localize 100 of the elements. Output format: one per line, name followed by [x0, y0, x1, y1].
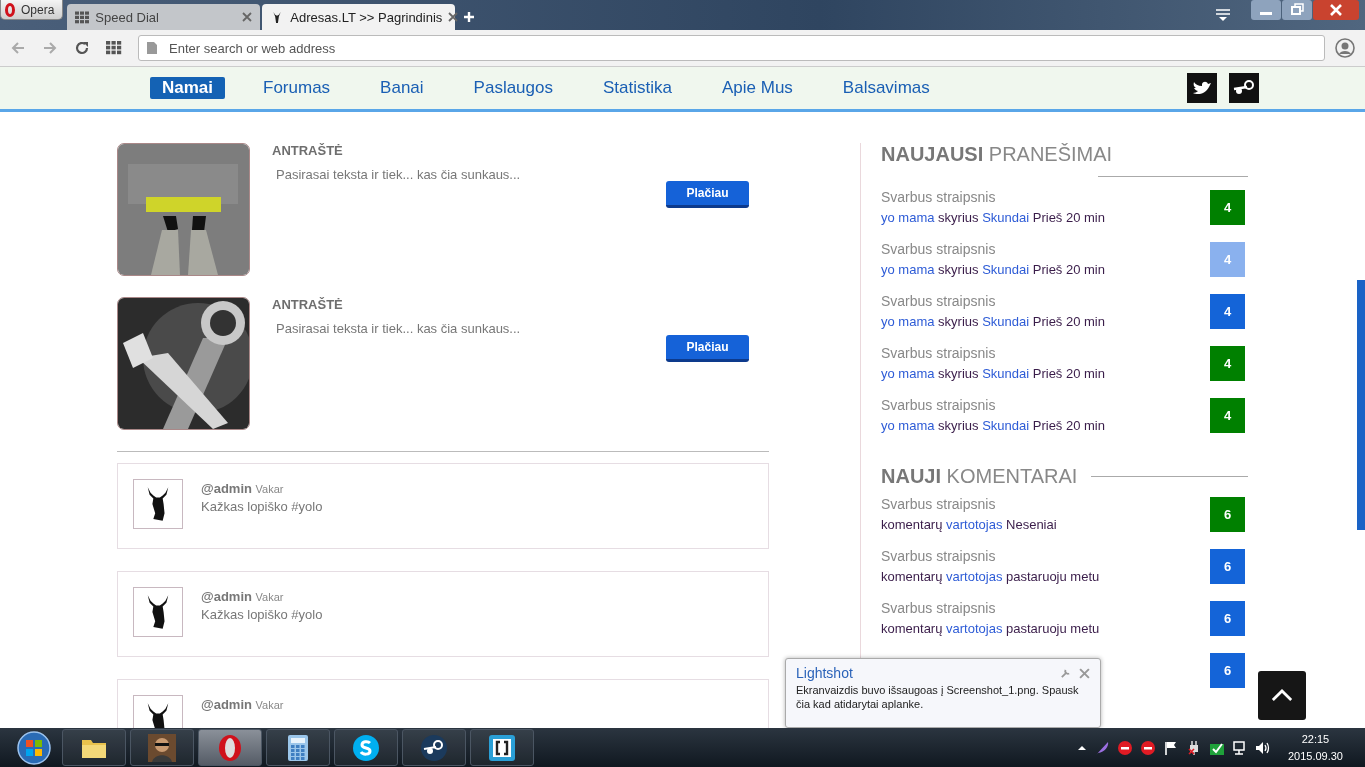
taskbar-button[interactable] [130, 729, 194, 766]
post-meta: yo mama skyrius Skundai Prieš 20 min [881, 210, 1106, 225]
article-link[interactable]: Svarbus straipsnis [881, 496, 1210, 512]
author-link[interactable]: yo mama [881, 314, 935, 329]
comment-meta: komentarų vartotojas pastaruoju metu [881, 621, 1101, 636]
section-heading: NAUJI KOMENTARAI [881, 465, 1078, 488]
flag-icon[interactable] [1162, 739, 1179, 756]
count-badge: 6 [1210, 600, 1245, 636]
browser-tab[interactable]: Adresas.LT >> Pagrindinis [262, 4, 456, 30]
user-link[interactable]: vartotojas [946, 621, 1003, 636]
comment-meta: komentarų vartotojas pastaruoju metu [881, 569, 1101, 584]
menu-icon[interactable] [1215, 8, 1231, 22]
opera-menu-button[interactable]: Opera [0, 0, 64, 20]
notification-popup[interactable]: Lightshot Ekranvaizdis buvo išsaugoas į Screenshot_1.png. Spausk čia kad atidarytai aplanke. [785, 658, 1101, 728]
post-meta: yo mama skyrius Skundai Prieš 20 min [881, 418, 1106, 433]
person-icon [148, 733, 176, 762]
start-button[interactable] [16, 729, 52, 766]
count-badge: 6 [1210, 548, 1245, 584]
comment-meta: komentarų vartotojas Neseniai [881, 517, 1058, 532]
address-field[interactable]: Enter search or web address [138, 35, 1325, 61]
comment-text: Kažkas lopiško #yolo [201, 607, 323, 622]
close-icon[interactable] [242, 12, 253, 22]
nav-link[interactable]: Paslaugos [461, 77, 565, 99]
taskbar-button[interactable] [402, 729, 466, 766]
category-link[interactable]: Skundai [982, 314, 1030, 329]
close-icon[interactable] [448, 12, 459, 22]
post-excerpt: Pasirasai teksta ir tiek... kas čia sunkaus... [276, 321, 522, 336]
post-meta: yo mama skyrius Skundai Prieš 20 min [881, 314, 1106, 329]
category-link[interactable]: Skundai [982, 366, 1030, 381]
count-badge: 4 [1210, 345, 1245, 381]
post-meta: yo mama skyrius Skundai Prieš 20 min [881, 366, 1106, 381]
count-badge: 6 [1210, 652, 1245, 688]
taskbar-button[interactable] [266, 729, 330, 766]
notification-text: Ekranvaizdis buvo išsaugoas į Screenshot_1.png. Spausk čia kad atidarytai aplanke. [796, 683, 1080, 711]
section-heading: NAUJAUSI PRANEŠIMAI [881, 143, 1113, 166]
username[interactable]: @admin [201, 589, 252, 604]
count-badge: 4 [1210, 397, 1245, 433]
wrench-icon[interactable] [1060, 667, 1071, 679]
author-link[interactable]: yo mama [881, 366, 935, 381]
post-excerpt: Pasirasai teksta ir tiek... kas čia sunkaus... [276, 167, 522, 182]
restore-icon[interactable] [1282, 0, 1312, 20]
back-to-top-button[interactable] [1258, 671, 1306, 720]
brackets-icon [488, 733, 516, 762]
username[interactable]: @admin [201, 481, 252, 496]
article-link[interactable]: Svarbus straipsnis [881, 345, 1210, 361]
opera-icon [216, 733, 244, 762]
author-link[interactable]: yo mama [881, 262, 935, 277]
notification-title: Lightshot [796, 665, 854, 681]
count-badge: 6 [1210, 496, 1245, 532]
browser-tab[interactable]: Speed Dial [67, 4, 261, 30]
count-badge: 4 [1210, 241, 1245, 277]
minimize-icon[interactable] [1251, 0, 1281, 20]
post-title: ANTRAŠTĖ [272, 297, 344, 312]
nav-link[interactable]: Statistika [591, 77, 684, 99]
article-link[interactable]: Svarbus straipsnis [881, 293, 1210, 309]
count-badge: 4 [1210, 189, 1245, 225]
article-link[interactable]: Svarbus straipsnis [881, 397, 1210, 413]
article-link[interactable]: Svarbus straipsnis [881, 241, 1210, 257]
comment-time: Vakar [255, 591, 284, 603]
grid-icon [75, 10, 90, 24]
comment-time: Vakar [255, 483, 284, 495]
clock[interactable]: 22:15 2015.09.30 [1287, 730, 1343, 765]
nav-link[interactable]: Balsavimas [830, 77, 942, 99]
author-link[interactable]: yo mama [881, 418, 935, 433]
nav-link[interactable]: Forumas [251, 77, 343, 99]
read-more-button[interactable]: Plačiau [666, 335, 749, 362]
blocked-icon[interactable] [1139, 739, 1156, 756]
blocked-icon[interactable] [1116, 739, 1133, 756]
user-link[interactable]: vartotojas [946, 517, 1003, 532]
close-icon[interactable] [1313, 0, 1359, 20]
nav-link[interactable]: Banai [368, 77, 436, 99]
category-link[interactable]: Skundai [982, 210, 1030, 225]
category-link[interactable]: Skundai [982, 262, 1030, 277]
grid-icon[interactable] [106, 40, 122, 56]
nav-link[interactable]: Namai [150, 77, 226, 99]
count-badge: 4 [1210, 293, 1245, 329]
post-title: ANTRAŠTĖ [272, 143, 344, 158]
profile-icon[interactable] [1335, 38, 1355, 58]
author-link[interactable]: yo mama [881, 210, 935, 225]
user-link[interactable]: vartotojas [946, 569, 1003, 584]
article-link[interactable]: Svarbus straipsnis [881, 600, 1210, 616]
taskbar-button[interactable] [334, 729, 398, 766]
read-more-button[interactable]: Plačiau [666, 181, 749, 208]
taskbar-button[interactable] [62, 729, 126, 766]
username[interactable]: @admin [201, 697, 252, 712]
network-icon[interactable] [1231, 739, 1248, 756]
comment-text: Kažkas lopiško #yolo [201, 499, 323, 514]
reload-icon[interactable] [74, 40, 90, 56]
skype-icon [352, 733, 380, 762]
taskbar-button[interactable] [470, 729, 534, 766]
category-link[interactable]: Skundai [982, 418, 1030, 433]
nav-link[interactable]: Apie Mus [709, 77, 805, 99]
comment-time: Vakar [255, 699, 284, 711]
steam-icon[interactable] [1229, 73, 1259, 103]
new-tab-icon[interactable] [463, 11, 476, 23]
bird-icon[interactable] [1187, 73, 1217, 103]
steam-icon [420, 733, 448, 762]
article-link[interactable]: Svarbus straipsnis [881, 189, 1210, 205]
chevron-up-icon [1271, 689, 1293, 702]
article-link[interactable]: Svarbus straipsnis [881, 548, 1210, 564]
